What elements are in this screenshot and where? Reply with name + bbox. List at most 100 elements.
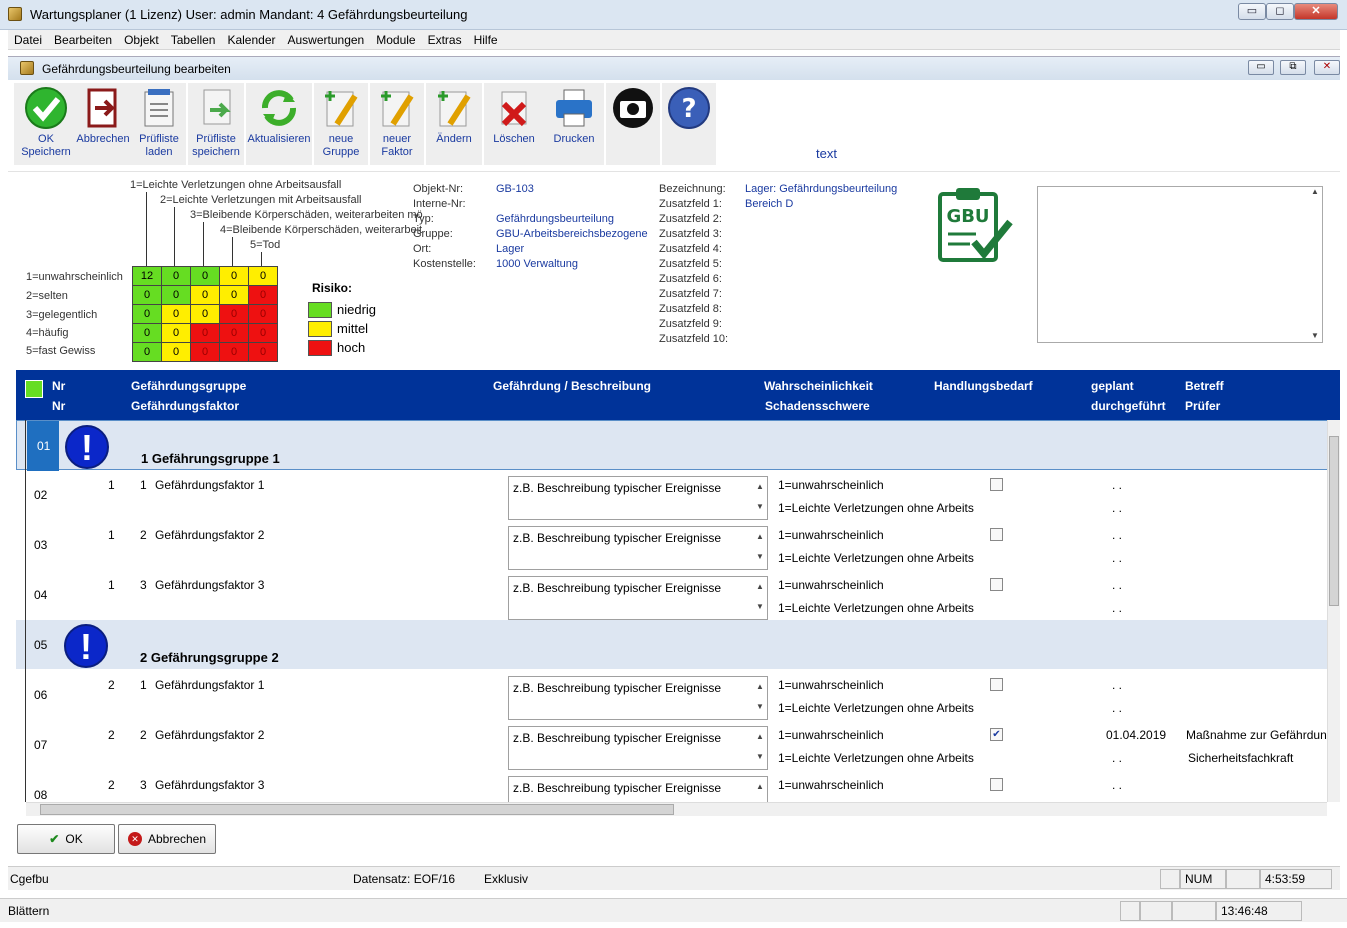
header-nr[interactable]: Nr xyxy=(52,379,65,393)
table-row[interactable]: 03 1 2 Gefährdungsfaktor 2 z.B. Beschreibu… xyxy=(16,520,1328,570)
description-scrollbar[interactable]: ▲▼ xyxy=(753,527,767,569)
menu-bearbeiten[interactable]: Bearbeiten xyxy=(48,30,118,47)
menu-objekt[interactable]: Objekt xyxy=(118,30,165,47)
action-checkbox[interactable] xyxy=(990,528,1003,541)
matrix-cell: 0 xyxy=(161,323,191,343)
subwindow-icon xyxy=(20,61,34,75)
new-group-button[interactable]: neue Gruppe xyxy=(314,83,368,165)
matrix-cell: 0 xyxy=(219,304,249,324)
action-checkbox[interactable] xyxy=(990,478,1003,491)
load-checklist-button[interactable]: Prüfliste laden xyxy=(132,83,186,165)
help-button[interactable]: ? xyxy=(662,83,716,165)
risk-low-label: niedrig xyxy=(337,302,377,317)
menu-hilfe[interactable]: Hilfe xyxy=(468,30,504,47)
description-field[interactable]: z.B. Beschreibung typischer Ereignisse▲▼ xyxy=(508,726,768,770)
subwindow-close-button[interactable]: ✕ xyxy=(1314,60,1340,75)
action-checkbox-checked[interactable]: ✔ xyxy=(990,728,1003,741)
menu-bar: Datei Bearbeiten Objekt Tabellen Kalender Aus… xyxy=(8,30,1340,50)
row-selector-gutter[interactable] xyxy=(16,420,26,802)
table-row[interactable]: 02 1 1 Gefährdungsfaktor 1 z.B. Beschreibu… xyxy=(16,470,1328,520)
description-scrollbar[interactable]: ▲▼ xyxy=(753,677,767,719)
description-scrollbar[interactable]: ▲▼ xyxy=(753,777,767,802)
severity-5-label: 5=Tod xyxy=(250,239,281,251)
grid-horizontal-scrollbar[interactable] xyxy=(26,802,1327,816)
table-row[interactable]: 04 1 3 Gefährdungsfaktor 3 z.B. Beschreibu… xyxy=(16,570,1328,620)
maximize-button[interactable]: ◻ xyxy=(1266,3,1294,20)
likelihood-4-label: 4=häufig xyxy=(26,327,69,339)
description-scrollbar[interactable]: ▲▼ xyxy=(753,727,767,769)
menu-module[interactable]: Module xyxy=(370,30,421,47)
save-checklist-button[interactable]: Prüfliste speichern xyxy=(188,83,244,165)
info-panel: 1=Leichte Verletzungen ohne Arbeitsausfa… xyxy=(16,176,1340,368)
description-field[interactable]: z.B. Beschreibung typischer Ereignisse▲▼ xyxy=(508,576,768,620)
header-severity[interactable]: Schadensschwere xyxy=(765,399,870,413)
hscroll-thumb[interactable] xyxy=(40,804,674,815)
subwindow-minimize-button[interactable]: ▭ xyxy=(1248,60,1274,75)
description-field[interactable]: z.B. Beschreibung typischer Ereignisse▲▼ xyxy=(508,676,768,720)
close-button[interactable]: ✕ xyxy=(1294,3,1338,20)
header-description[interactable]: Gefährdung / Beschreibung xyxy=(493,379,651,393)
header-done[interactable]: durchgeführt xyxy=(1091,399,1166,413)
header-nr2[interactable]: Nr xyxy=(52,399,65,413)
ok-save-button[interactable]: OK Speichern xyxy=(14,83,78,165)
table-row[interactable]: 07 2 2 Gefährdungsfaktor 2 z.B. Beschreibu… xyxy=(16,720,1328,770)
menu-extras[interactable]: Extras xyxy=(422,30,468,47)
header-inspector[interactable]: Prüfer xyxy=(1185,399,1220,413)
subwindow-restore-button[interactable]: ⧉ xyxy=(1280,60,1306,75)
header-factor[interactable]: Gefährdungsfaktor xyxy=(131,399,239,413)
status-time: 4:53:59 xyxy=(1260,869,1332,889)
new-factor-button[interactable]: neuer Faktor xyxy=(370,83,424,165)
delete-button[interactable]: Löschen xyxy=(484,83,544,165)
matrix-cell: 0 xyxy=(219,342,249,362)
description-field[interactable]: z.B. Beschreibung typischer Ereignisse▲▼ xyxy=(508,526,768,570)
table-row[interactable]: 01 ! 1 Gefährungsgruppe 1 xyxy=(16,420,1328,471)
header-subject[interactable]: Betreff xyxy=(1185,379,1224,393)
description-field[interactable]: z.B. Beschreibung typischer Ereignisse▲▼ xyxy=(508,476,768,520)
edit-button[interactable]: Ändern xyxy=(426,83,482,165)
object-nr-value: GB-103 xyxy=(496,183,534,195)
vscroll-thumb[interactable] xyxy=(1329,436,1339,606)
cancel-toolbar-button[interactable]: Abbrechen xyxy=(74,83,132,165)
action-checkbox[interactable] xyxy=(990,778,1003,791)
risk-mid-swatch xyxy=(308,321,332,337)
header-action-needed[interactable]: Handlungsbedarf xyxy=(934,379,1033,393)
menu-kalender[interactable]: Kalender xyxy=(221,30,281,47)
toolbar-text-label: text xyxy=(816,146,837,161)
action-checkbox[interactable] xyxy=(990,678,1003,691)
menu-tabellen[interactable]: Tabellen xyxy=(165,30,222,47)
cancel-button[interactable]: ✕ Abbrechen xyxy=(118,824,216,854)
notes-textarea[interactable]: ▲ ▼ xyxy=(1037,186,1323,343)
inspector-value[interactable]: Sicherheitsfachkraft xyxy=(1188,751,1293,765)
matrix-cell: 0 xyxy=(219,285,249,305)
table-row[interactable]: 06 2 1 Gefährdungsfaktor 1 z.B. Beschreibu… xyxy=(16,670,1328,720)
table-row[interactable]: 05 ! 2 Gefährungsgruppe 2 xyxy=(16,620,1328,670)
new-document-icon xyxy=(375,86,419,130)
header-likelihood[interactable]: Wahrscheinlichkeit xyxy=(764,379,873,393)
description-field[interactable]: z.B. Beschreibung typischer Ereignisse▲▼ xyxy=(508,776,768,802)
header-group[interactable]: Gefährdungsgruppe xyxy=(131,379,246,393)
header-status-swatch[interactable] xyxy=(25,380,43,398)
menu-datei[interactable]: Datei xyxy=(8,30,48,47)
minimize-button[interactable]: ▭ xyxy=(1238,3,1266,20)
risk-low-swatch xyxy=(308,302,332,318)
likelihood-3-label: 3=gelegentlich xyxy=(26,309,98,321)
subject-value[interactable]: Maßnahme zur Gefährdun xyxy=(1186,728,1327,742)
alert-icon: ! xyxy=(64,624,108,668)
table-row[interactable]: 08 2 3 Gefährdungsfaktor 3 z.B. Beschreibu… xyxy=(16,770,1328,802)
risk-matrix: 12 0 0 0 0 00000 00000 00000 00000 xyxy=(132,266,278,362)
location-value: Lager xyxy=(496,243,525,255)
action-checkbox[interactable] xyxy=(990,578,1003,591)
camera-button[interactable] xyxy=(606,83,660,165)
print-button[interactable]: Drucken xyxy=(544,83,604,165)
matrix-cell: 0 xyxy=(248,266,278,286)
factor-label: Gefährdungsfaktor 3 xyxy=(155,578,265,592)
ok-button[interactable]: ✔ OK xyxy=(17,824,115,854)
refresh-button[interactable]: Aktualisieren xyxy=(246,83,312,165)
description-scrollbar[interactable]: ▲▼ xyxy=(753,477,767,519)
header-planned[interactable]: geplant xyxy=(1091,379,1134,393)
menu-auswertungen[interactable]: Auswertungen xyxy=(282,30,371,47)
description-scrollbar[interactable]: ▲▼ xyxy=(753,577,767,619)
grid-vertical-scrollbar[interactable] xyxy=(1327,420,1340,802)
notes-scrollbar[interactable]: ▲ ▼ xyxy=(1308,187,1322,342)
type-value: Gefährdungsbeurteilung xyxy=(496,213,615,225)
